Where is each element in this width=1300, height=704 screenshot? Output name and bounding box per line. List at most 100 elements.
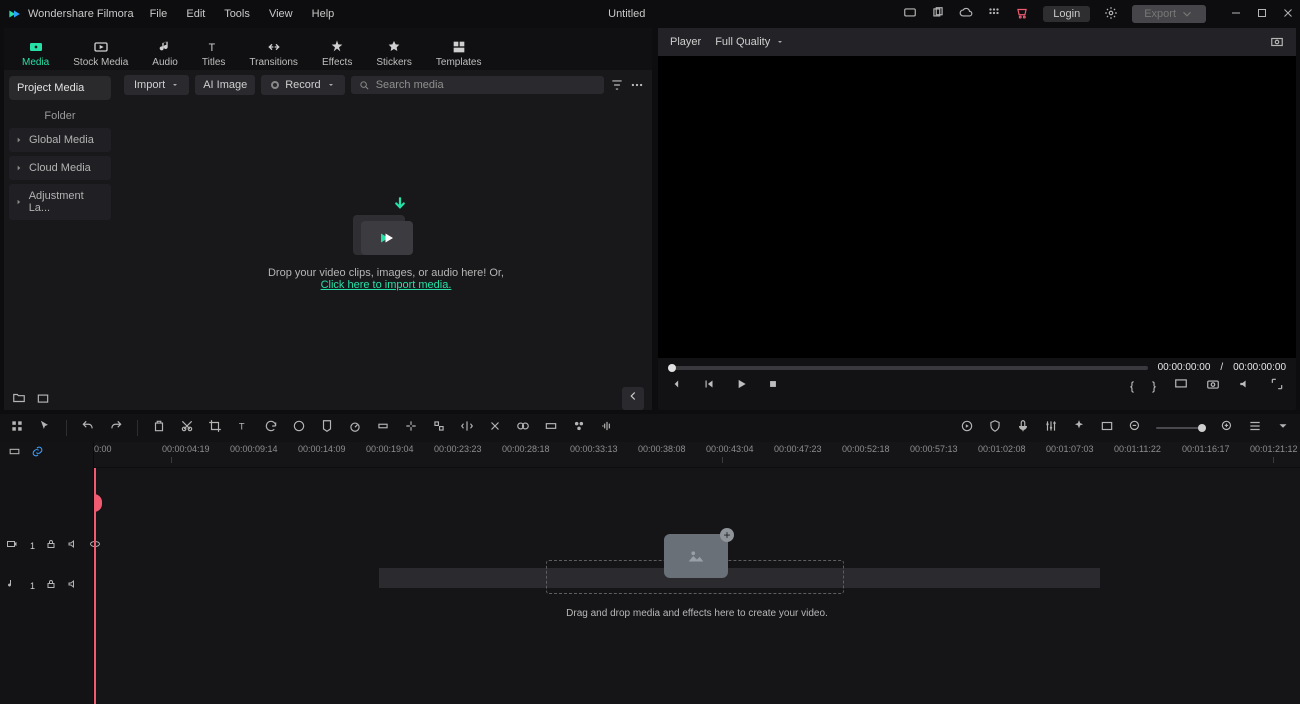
export-button[interactable]: Export xyxy=(1132,5,1206,23)
sidebar-cloud-media[interactable]: Cloud Media xyxy=(9,156,111,180)
redo-icon[interactable] xyxy=(109,419,123,438)
render-icon[interactable] xyxy=(960,419,974,438)
sidebar-global-media[interactable]: Global Media xyxy=(9,128,111,152)
timeline-ruler[interactable]: 0:0000:00:04:1900:00:09:1400:00:14:0900:… xyxy=(94,442,1300,468)
tab-stickers[interactable]: Stickers xyxy=(376,39,412,70)
media-placeholder-icon[interactable]: + xyxy=(664,534,728,578)
sidebar-adjustment-layer[interactable]: Adjustment La... xyxy=(9,184,111,220)
window-minimize-icon[interactable] xyxy=(1230,7,1242,22)
settings-gear-icon[interactable] xyxy=(1104,6,1118,23)
step-back-button[interactable] xyxy=(702,377,716,394)
volume-icon[interactable] xyxy=(1238,377,1252,394)
display-icon[interactable] xyxy=(903,6,917,23)
ai-tools-icon[interactable] xyxy=(1072,419,1086,438)
ruler-stamp: 00:00:43:04 xyxy=(706,444,754,454)
apps-icon[interactable] xyxy=(987,6,1001,23)
tool-a-icon[interactable] xyxy=(376,419,390,438)
timeline-body[interactable]: 0:0000:00:04:1900:00:09:1400:00:14:0900:… xyxy=(94,442,1300,704)
zoom-out-icon[interactable] xyxy=(1128,419,1142,438)
tool-h-icon[interactable] xyxy=(572,419,586,438)
rotate-icon[interactable] xyxy=(264,419,278,438)
preview-progress[interactable] xyxy=(668,366,1148,370)
ai-image-button[interactable]: AI Image xyxy=(195,75,255,95)
menu-view[interactable]: View xyxy=(269,8,293,20)
delete-icon[interactable] xyxy=(152,419,166,438)
window-maximize-icon[interactable] xyxy=(1256,7,1268,22)
display-settings-icon[interactable] xyxy=(1174,377,1188,394)
select-tool-icon[interactable] xyxy=(38,419,52,438)
time-duration: 00:00:00:00 xyxy=(1233,362,1286,373)
tab-audio[interactable]: Audio xyxy=(152,39,178,70)
tool-b-icon[interactable] xyxy=(404,419,418,438)
link-icon[interactable] xyxy=(31,445,44,463)
app-logo-icon xyxy=(6,6,22,22)
timeline-settings-icon[interactable] xyxy=(1276,419,1290,438)
tab-effects[interactable]: Effects xyxy=(322,39,352,70)
tab-templates[interactable]: Templates xyxy=(436,39,482,70)
media-drop-zone[interactable]: Drop your video clips, images, or audio … xyxy=(120,100,652,386)
tool-f-icon[interactable] xyxy=(516,419,530,438)
cloud-icon[interactable] xyxy=(959,6,973,23)
tab-transitions[interactable]: Transitions xyxy=(249,39,298,70)
color-icon[interactable] xyxy=(292,419,306,438)
import-media-link[interactable]: Click here to import media. xyxy=(321,279,452,291)
preview-screen[interactable] xyxy=(658,56,1296,358)
add-media-plus-icon[interactable]: + xyxy=(720,528,734,542)
speed-icon[interactable] xyxy=(348,419,362,438)
audio-lock-icon[interactable] xyxy=(45,577,57,595)
marker-icon[interactable] xyxy=(320,419,334,438)
zoom-slider[interactable] xyxy=(1156,427,1206,429)
magnet-icon[interactable] xyxy=(10,419,24,438)
sidebar-project-media[interactable]: Project Media xyxy=(9,76,111,100)
tool-g-icon[interactable] xyxy=(544,419,558,438)
copy-icon[interactable] xyxy=(931,6,945,23)
media-search-input[interactable]: Search media xyxy=(351,76,604,94)
tool-e-icon[interactable] xyxy=(488,419,502,438)
shield-icon[interactable] xyxy=(988,419,1002,438)
record-button[interactable]: Record xyxy=(261,75,344,95)
window-close-icon[interactable] xyxy=(1282,7,1294,22)
prev-frame-button[interactable] xyxy=(670,377,684,394)
mark-in-icon[interactable]: { xyxy=(1130,379,1134,393)
import-button[interactable]: Import xyxy=(124,75,189,95)
playhead[interactable] xyxy=(94,468,96,704)
sidebar-folder[interactable]: Folder xyxy=(9,104,111,128)
tab-titles[interactable]: TTitles xyxy=(202,39,226,70)
menu-tools[interactable]: Tools xyxy=(224,8,250,20)
fullscreen-icon[interactable] xyxy=(1270,377,1284,394)
menu-edit[interactable]: Edit xyxy=(186,8,205,20)
play-button[interactable] xyxy=(734,377,748,394)
more-icon[interactable] xyxy=(630,78,644,92)
audio-wave-icon[interactable] xyxy=(600,419,614,438)
cut-icon[interactable] xyxy=(180,419,194,438)
crop-icon[interactable] xyxy=(208,419,222,438)
login-button[interactable]: Login xyxy=(1043,6,1090,22)
filter-icon[interactable] xyxy=(610,78,624,92)
track-mute-icon[interactable] xyxy=(67,537,79,555)
tool-c-icon[interactable] xyxy=(432,419,446,438)
mark-out-icon[interactable]: } xyxy=(1152,379,1156,393)
undo-icon[interactable] xyxy=(81,419,95,438)
quality-select[interactable]: Full Quality xyxy=(715,36,784,48)
menu-help[interactable]: Help xyxy=(312,8,335,20)
snapshot-icon[interactable] xyxy=(1270,35,1284,49)
track-add-icon[interactable] xyxy=(8,445,21,463)
menu-file[interactable]: File xyxy=(150,8,168,20)
camera-icon[interactable] xyxy=(1206,377,1220,394)
tool-d-icon[interactable] xyxy=(460,419,474,438)
mixer-icon[interactable] xyxy=(1044,419,1058,438)
aspect-icon[interactable] xyxy=(1100,419,1114,438)
zoom-in-icon[interactable] xyxy=(1220,419,1234,438)
tab-media[interactable]: Media xyxy=(22,39,49,70)
tab-stock-media[interactable]: Stock Media xyxy=(73,39,128,70)
audio-mute-icon[interactable] xyxy=(67,577,79,595)
collapse-sidebar-button[interactable] xyxy=(622,387,644,410)
track-lock-icon[interactable] xyxy=(45,537,57,555)
mic-icon[interactable] xyxy=(1016,419,1030,438)
list-view-icon[interactable] xyxy=(1248,419,1262,438)
new-folder-icon[interactable] xyxy=(12,391,26,405)
cart-icon[interactable] xyxy=(1015,6,1029,23)
new-bin-icon[interactable] xyxy=(36,391,50,405)
stop-button[interactable] xyxy=(766,377,780,394)
text-tool-icon[interactable]: T xyxy=(236,419,250,438)
